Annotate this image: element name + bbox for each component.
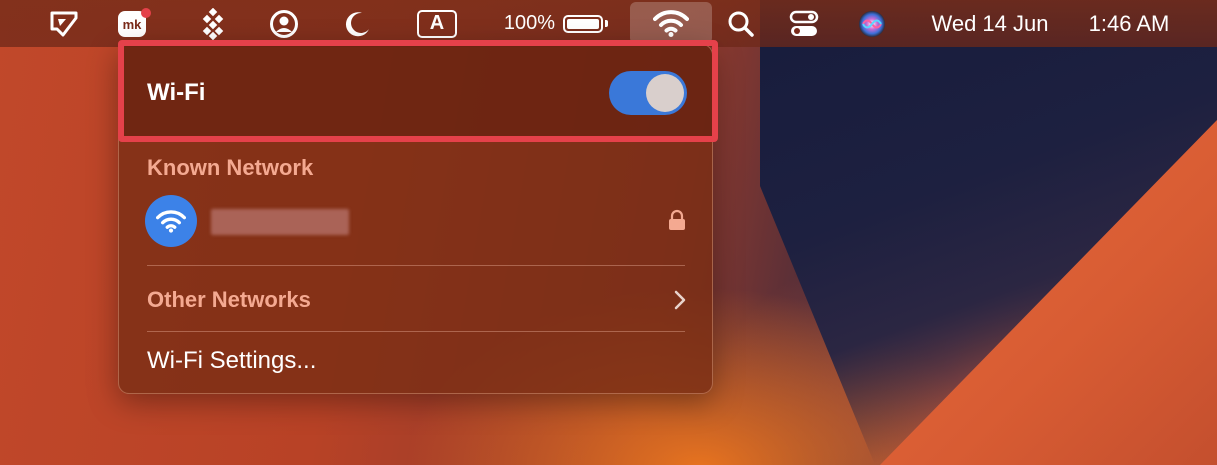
battery-icon[interactable]: 100%: [496, 0, 616, 47]
mk-app-icon[interactable]: mk: [114, 0, 154, 47]
wifi-toggle-switch[interactable]: [609, 71, 687, 115]
pinwheel-icon[interactable]: [196, 0, 230, 47]
known-network-label: Known Network: [147, 155, 314, 180]
svg-text:mk: mk: [123, 17, 143, 32]
other-networks-label: Other Networks: [147, 287, 311, 312]
date-label[interactable]: Wed 14 Jun: [916, 0, 1064, 47]
chevron-right-icon: [673, 289, 687, 316]
menu-bar: mk A 100% Wed 14 Jun 1:46 AM: [0, 0, 1217, 47]
other-networks-row[interactable]: Other Networks: [147, 283, 687, 319]
wifi-settings-item[interactable]: Wi-Fi Settings...: [147, 347, 316, 375]
siri-icon[interactable]: [854, 0, 890, 47]
wifi-toggle-row: Wi-Fi: [119, 45, 712, 141]
app-icon[interactable]: [46, 0, 82, 47]
control-center-icon[interactable]: [786, 0, 822, 47]
network-name-redacted: [211, 209, 349, 235]
network-wifi-icon: [145, 195, 197, 247]
time-label[interactable]: 1:46 AM: [1074, 0, 1184, 47]
toggle-knob: [646, 74, 684, 112]
input-source-icon[interactable]: A: [415, 0, 459, 47]
battery-percent: 100%: [503, 12, 556, 34]
wifi-menu-panel: Wi-Fi Known Network Other Networks Wi-Fi…: [118, 44, 713, 394]
divider: [147, 265, 685, 266]
battery-body: [563, 14, 604, 33]
wifi-icon[interactable]: [630, 2, 712, 44]
battery-cap: [605, 20, 609, 27]
search-icon[interactable]: [724, 0, 758, 47]
moon-icon[interactable]: [340, 0, 374, 47]
input-source-label: A: [417, 9, 457, 38]
known-network-item[interactable]: [145, 193, 690, 249]
wifi-title: Wi-Fi: [147, 79, 206, 106]
user-circle-icon[interactable]: [266, 0, 302, 47]
divider: [147, 331, 685, 332]
lock-icon: [668, 209, 686, 236]
